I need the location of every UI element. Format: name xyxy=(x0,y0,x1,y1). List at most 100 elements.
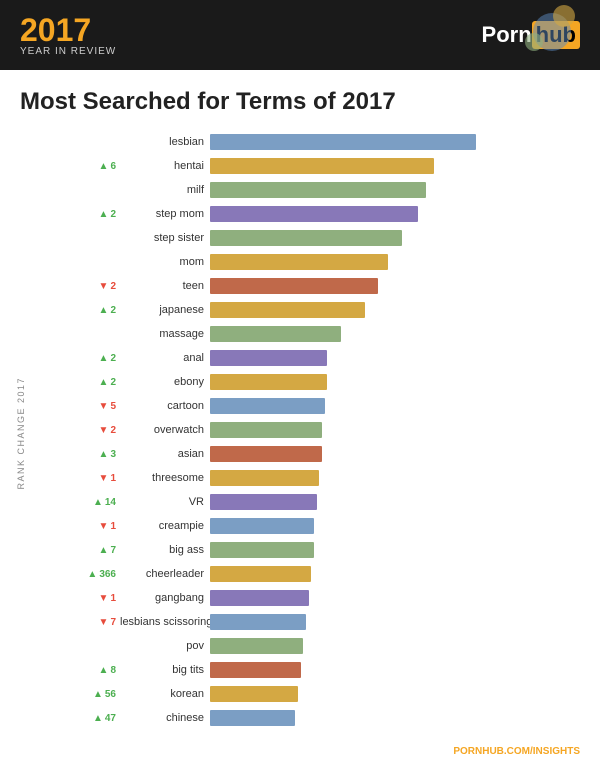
bar-wrap xyxy=(210,637,580,655)
down-arrow-icon: ▼ xyxy=(99,473,109,484)
table-row: ▼2overwatch xyxy=(60,419,580,441)
header: 2017 year in review Pornhub xyxy=(0,0,600,70)
up-arrow-icon: ▲ xyxy=(93,713,103,724)
bar-label: step mom xyxy=(120,208,210,220)
bar-fill xyxy=(210,638,303,654)
bar-fill xyxy=(210,158,434,174)
bar-label: milf xyxy=(120,184,210,196)
bar-wrap xyxy=(210,181,580,199)
bar-fill xyxy=(210,542,314,558)
circle-deco-3 xyxy=(525,33,543,51)
rank-change-cell: ▼1 xyxy=(60,473,120,484)
bar-wrap xyxy=(210,325,580,343)
bar-label: hentai xyxy=(120,160,210,172)
bar-fill xyxy=(210,302,365,318)
bar-label: mom xyxy=(120,256,210,268)
table-row: ▲14VR xyxy=(60,491,580,513)
bar-label: lesbians scissoring xyxy=(120,616,210,628)
bar-wrap xyxy=(210,421,580,439)
up-arrow-icon: ▲ xyxy=(93,689,103,700)
table-row: lesbian xyxy=(60,131,580,153)
bar-label: teen xyxy=(120,280,210,292)
down-arrow-icon: ▼ xyxy=(99,521,109,532)
table-row: ▼2teen xyxy=(60,275,580,297)
table-row: ▼7lesbians scissoring xyxy=(60,611,580,633)
bar-fill xyxy=(210,278,378,294)
table-row: ▼1threesome xyxy=(60,467,580,489)
bar-wrap xyxy=(210,709,580,727)
rank-number: 7 xyxy=(110,617,116,628)
rank-number: 2 xyxy=(110,377,116,388)
rank-number: 56 xyxy=(105,689,116,700)
rank-change-cell: ▲2 xyxy=(60,377,120,388)
rank-change-cell: ▼5 xyxy=(60,401,120,412)
rank-number: 2 xyxy=(110,209,116,220)
up-arrow-icon: ▲ xyxy=(99,161,109,172)
rank-change-cell: ▲3 xyxy=(60,449,120,460)
bar-fill xyxy=(210,470,319,486)
up-arrow-icon: ▲ xyxy=(99,353,109,364)
rank-change-cell: ▲7 xyxy=(60,545,120,556)
bar-wrap xyxy=(210,157,580,175)
table-row: ▼1creampie xyxy=(60,515,580,537)
rank-number: 2 xyxy=(110,353,116,364)
bar-fill xyxy=(210,590,309,606)
bar-wrap xyxy=(210,661,580,679)
subtitle-text: year in review xyxy=(20,46,116,57)
bar-wrap xyxy=(210,397,580,415)
rank-number: 47 xyxy=(105,713,116,724)
circle-deco-2 xyxy=(553,5,575,27)
rank-change-cell: ▲14 xyxy=(60,497,120,508)
table-row: massage xyxy=(60,323,580,345)
rank-change-cell: ▲8 xyxy=(60,665,120,676)
up-arrow-icon: ▲ xyxy=(99,665,109,676)
bar-wrap xyxy=(210,253,580,271)
bar-label: massage xyxy=(120,328,210,340)
bar-label: big ass xyxy=(120,544,210,556)
bar-label: creampie xyxy=(120,520,210,532)
rank-change-cell: ▼7 xyxy=(60,617,120,628)
rank-change-cell: ▼2 xyxy=(60,425,120,436)
bar-label: threesome xyxy=(120,472,210,484)
table-row: ▲366cheerleader xyxy=(60,563,580,585)
bar-fill xyxy=(210,182,426,198)
bar-label: VR xyxy=(120,496,210,508)
bar-wrap xyxy=(210,301,580,319)
bar-wrap xyxy=(210,205,580,223)
bar-label: asian xyxy=(120,448,210,460)
up-arrow-icon: ▲ xyxy=(99,305,109,316)
bar-label: step sister xyxy=(120,232,210,244)
bar-wrap xyxy=(210,565,580,583)
up-arrow-icon: ▲ xyxy=(93,497,103,508)
rank-change-cell: ▲47 xyxy=(60,713,120,724)
table-row: ▲2japanese xyxy=(60,299,580,321)
bar-fill xyxy=(210,134,476,150)
rank-number: 3 xyxy=(110,449,116,460)
bar-fill xyxy=(210,374,327,390)
bar-wrap xyxy=(210,541,580,559)
bar-label: anal xyxy=(120,352,210,364)
bar-label: cheerleader xyxy=(120,568,210,580)
bar-wrap xyxy=(210,469,580,487)
bar-wrap xyxy=(210,589,580,607)
bar-fill xyxy=(210,422,322,438)
bar-wrap xyxy=(210,349,580,367)
bar-wrap xyxy=(210,133,580,151)
bar-fill xyxy=(210,326,341,342)
bar-fill xyxy=(210,254,388,270)
down-arrow-icon: ▼ xyxy=(99,401,109,412)
bar-label: gangbang xyxy=(120,592,210,604)
bar-fill xyxy=(210,566,311,582)
rank-number: 1 xyxy=(110,593,116,604)
bar-wrap xyxy=(210,445,580,463)
rank-number: 1 xyxy=(110,473,116,484)
bar-fill xyxy=(210,662,301,678)
bar-wrap xyxy=(210,277,580,295)
bar-fill xyxy=(210,614,306,630)
rank-change-cell: ▲2 xyxy=(60,209,120,220)
rank-change-cell: ▲366 xyxy=(60,569,120,580)
footer-url: PORNHUB.COM/INSIGHTS xyxy=(0,741,600,762)
page-title: Most Searched for Terms of 2017 xyxy=(20,88,580,116)
bar-label: lesbian xyxy=(120,136,210,148)
up-arrow-icon: ▲ xyxy=(99,545,109,556)
